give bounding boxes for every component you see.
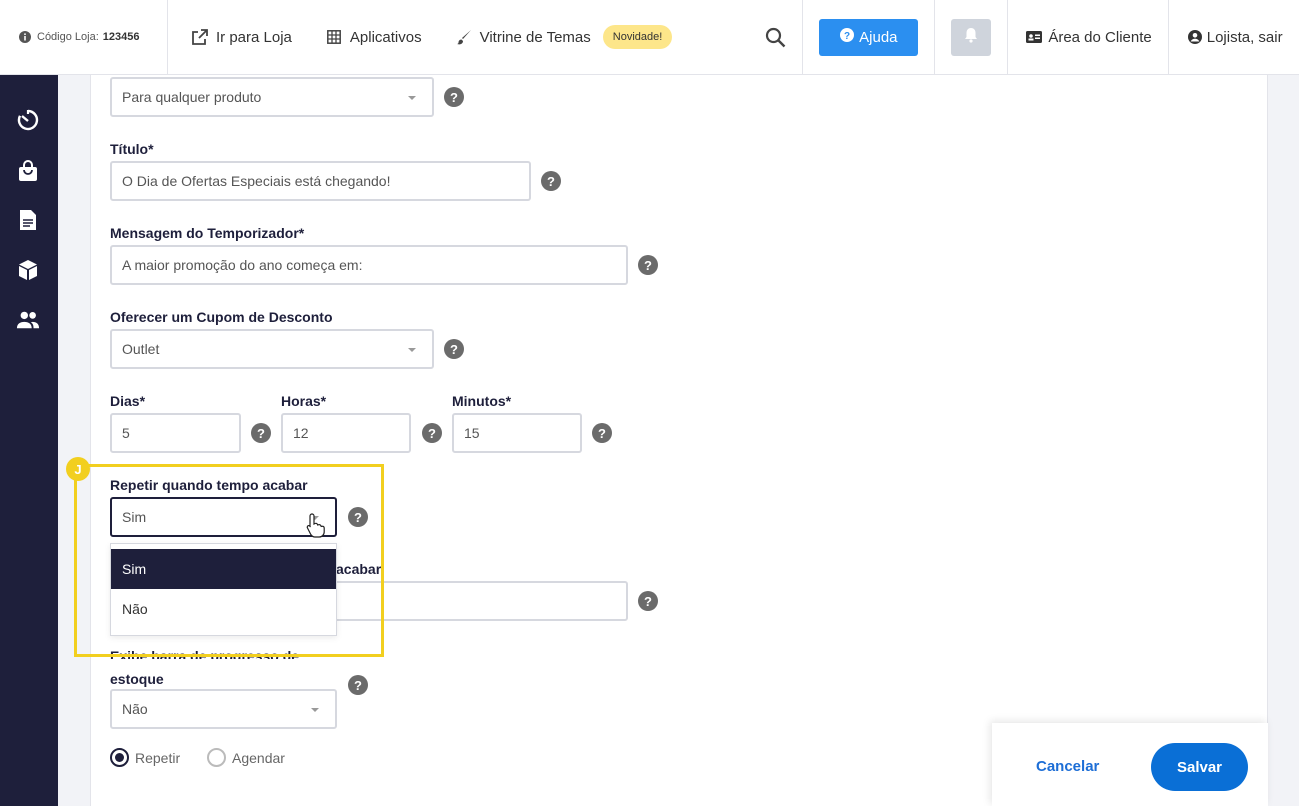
question-circle-icon: ? [840,28,855,46]
grid-icon [326,29,342,45]
minutes-input[interactable]: 15 [452,413,582,453]
divider [934,0,936,75]
title-label: Título* [110,141,154,157]
bell-icon [964,27,978,48]
title-input-value: O Dia de Ofertas Especiais está chegando… [122,173,391,189]
go-to-store-link[interactable]: Ir para Loja [192,0,292,75]
help-button[interactable]: ? Ajuda [819,18,919,56]
apps-link[interactable]: Aplicativos [326,0,422,75]
product-scope-select[interactable]: Para qualquer produto [110,77,434,117]
help-icon[interactable]: ? [638,591,658,611]
timer-message-value: A maior promoção do ano começa em: [122,257,363,273]
new-badge: Novidade! [602,25,673,49]
radio-repeat-label: Repetir [135,749,181,766]
cancel-button[interactable]: Cancelar [1036,758,1099,775]
hours-label: Horas* [281,393,327,409]
themes-link[interactable]: Vitrine de Temas Novidade! [456,0,673,75]
divider [802,0,804,75]
stock-bar-value: Não [122,701,148,717]
coupon-value: Outlet [122,341,160,357]
stock-bar-select[interactable]: Não [110,689,337,729]
minutes-label: Minutos* [452,393,512,409]
external-link-icon [192,29,208,45]
shopping-bag-icon[interactable] [16,159,40,183]
id-card-icon [1026,29,1043,45]
radio-schedule[interactable]: Agendar [207,748,285,767]
help-icon[interactable]: ? [348,675,368,695]
timer-icon[interactable] [16,108,40,132]
timer-message-input[interactable]: A maior promoção do ano começa em: [110,245,628,285]
notifications-button[interactable] [951,18,992,56]
top-bar: Código Loja: 123456 Ir para Loja Aplicat… [0,0,1299,75]
radio-circle-checked [110,748,129,767]
stock-bar-label-line2: estoque [110,671,164,687]
title-input[interactable]: O Dia de Ofertas Especiais está chegando… [110,161,531,201]
coupon-label: Oferecer um Cupom de Desconto [110,309,333,325]
logout-link[interactable]: Lojista, sair [1187,0,1283,75]
sidebar [0,75,58,806]
radio-repeat[interactable]: Repetir [110,748,180,767]
brush-icon [456,29,472,45]
hours-value: 12 [293,425,309,441]
user-circle-icon [1187,29,1203,45]
help-icon[interactable]: ? [444,87,464,107]
highlight-frame [74,464,384,657]
radio-schedule-label: Agendar [232,749,285,766]
help-icon[interactable]: ? [444,339,464,359]
days-label: Dias* [110,393,146,409]
help-icon[interactable]: ? [251,423,271,443]
svg-text:?: ? [844,31,850,42]
minutes-value: 15 [464,425,480,441]
store-code-label: Código Loja: [37,31,99,43]
help-icon[interactable]: ? [541,171,561,191]
document-icon[interactable] [16,208,40,232]
hand-cursor-icon [306,512,328,543]
box-icon[interactable] [16,258,40,282]
product-scope-value: Para qualquer produto [122,89,262,105]
timer-message-label: Mensagem do Temporizador* [110,225,305,241]
logout-label: Lojista, sair [1206,28,1283,46]
help-label: Ajuda [859,28,898,46]
divider [1167,0,1169,75]
go-to-store-label: Ir para Loja [216,28,292,46]
client-area-link[interactable]: Área do Cliente [1026,0,1152,75]
store-code: Código Loja: 123456 [0,0,168,75]
help-icon[interactable]: ? [422,423,442,443]
help-icon[interactable]: ? [638,255,658,275]
hours-input[interactable]: 12 [281,413,411,453]
store-code-value: 123456 [102,31,140,43]
days-value: 5 [122,425,130,441]
search-icon[interactable] [764,26,786,48]
divider [1007,0,1009,75]
days-input[interactable]: 5 [110,413,241,453]
client-area-label: Área do Cliente [1048,28,1152,46]
info-icon [17,29,33,45]
users-icon[interactable] [16,308,40,332]
radio-circle-unchecked [207,748,226,767]
highlight-marker: J [66,457,90,481]
help-icon[interactable]: ? [592,423,612,443]
apps-label: Aplicativos [349,28,422,46]
coupon-select[interactable]: Outlet [110,329,434,369]
save-button[interactable]: Salvar [1151,743,1248,791]
themes-label: Vitrine de Temas [479,28,591,46]
